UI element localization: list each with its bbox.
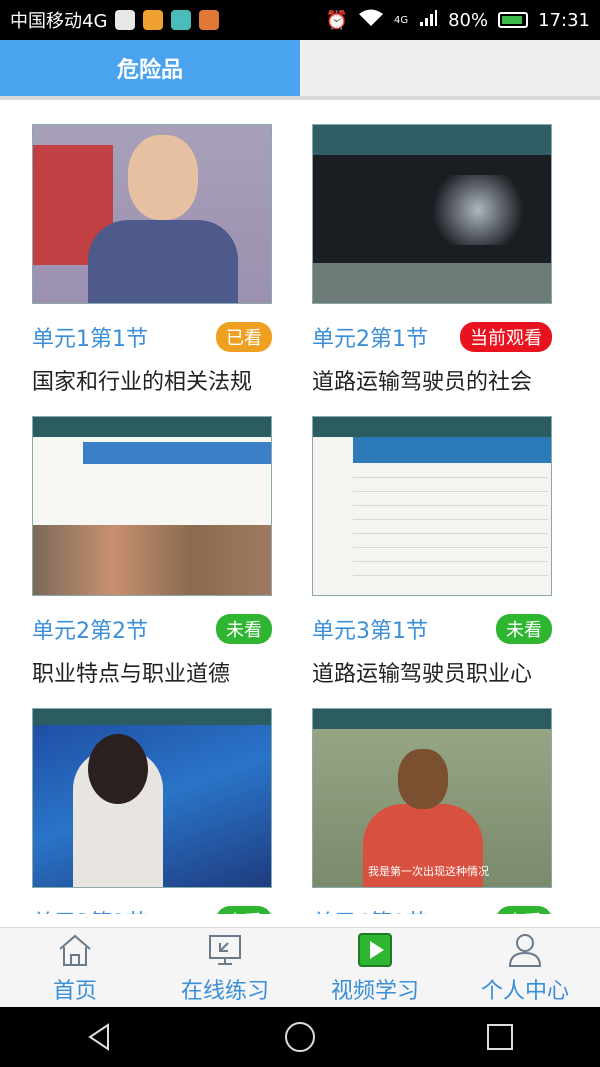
status-bar: 中国移动4G ⏰ 4G 80% 17:31 [0, 0, 600, 40]
video-grid: 单元1第1节 已看 国家和行业的相关法规 单元2第1节 当前观看 道路运输驾驶员… [0, 104, 600, 914]
home-icon [59, 934, 91, 966]
user-icon [508, 933, 542, 967]
network-type: 4G [393, 14, 409, 26]
android-notification-icon [171, 10, 192, 30]
system-nav-bar [0, 1007, 600, 1067]
bottom-nav: 首页 在线练习 视频学习 个人中心 [0, 927, 600, 1007]
carrier-label: 中国移动4G [10, 11, 108, 32]
video-title: 道路运输驾驶员职业心 [312, 662, 533, 687]
nav-home[interactable]: 首页 [0, 928, 150, 1007]
video-unit-label: 单元2第2节 [32, 619, 148, 644]
app-notification-icon [115, 10, 136, 30]
clock: 17:31 [538, 9, 590, 31]
nav-practice[interactable]: 在线练习 [150, 928, 300, 1007]
video-unit-label: 单元4第1节 [312, 905, 428, 914]
home-circle-icon[interactable] [280, 1017, 320, 1057]
signal-icon [418, 8, 438, 33]
nav-profile-label: 个人中心 [480, 978, 569, 1004]
video-thumbnail[interactable] [32, 124, 272, 304]
status-badge: 当前观看 [460, 322, 552, 352]
video-subtitle: 我是第一次出现这种情况 [368, 865, 489, 878]
status-badge: 未看 [216, 614, 272, 644]
monitor-icon [209, 934, 241, 965]
video-thumbnail[interactable] [32, 708, 272, 888]
status-badge: 已看 [216, 322, 272, 352]
video-thumbnail[interactable] [32, 416, 272, 596]
video-unit-label: 单元3第2节 [32, 905, 148, 914]
nav-practice-label: 在线练习 [180, 978, 269, 1004]
status-badge: 未看 [216, 906, 272, 914]
video-card[interactable]: 单元3第1节 未看 道路运输驾驶员职业心 [312, 416, 552, 688]
status-badge: 未看 [496, 906, 552, 914]
battery-icon [498, 12, 529, 28]
alarm-icon: ⏰ [325, 9, 348, 31]
video-card[interactable]: 单元2第1节 当前观看 道路运输驾驶员的社会 [312, 124, 552, 396]
video-card[interactable]: 我是第一次出现这种情况 单元4第1节 未看 [312, 708, 552, 914]
battery-percent: 80% [448, 9, 489, 31]
video-unit-label: 单元3第1节 [312, 619, 428, 644]
tab-bar-empty-area [300, 40, 600, 96]
back-icon[interactable] [80, 1017, 120, 1057]
nav-home-label: 首页 [52, 978, 97, 1004]
app-notification-icon [143, 10, 164, 30]
video-title: 国家和行业的相关法规 [32, 370, 253, 395]
nav-video-label: 视频学习 [330, 978, 419, 1004]
nav-profile[interactable]: 个人中心 [450, 928, 600, 1007]
video-unit-label: 单元2第1节 [312, 327, 428, 352]
recents-icon[interactable] [480, 1017, 520, 1057]
video-thumbnail[interactable] [312, 416, 552, 596]
video-card[interactable]: 单元3第2节 未看 [32, 708, 272, 914]
video-title: 职业特点与职业道德 [32, 662, 231, 687]
video-card[interactable]: 单元1第1节 已看 国家和行业的相关法规 [32, 124, 272, 396]
video-unit-label: 单元1第1节 [32, 327, 148, 352]
video-thumbnail[interactable]: 我是第一次出现这种情况 [312, 708, 552, 888]
wifi-icon [358, 8, 384, 33]
play-icon [358, 932, 392, 967]
video-thumbnail[interactable] [312, 124, 552, 304]
status-badge: 未看 [496, 614, 552, 644]
video-card[interactable]: 单元2第2节 未看 职业特点与职业道德 [32, 416, 272, 688]
category-tab-bar: 危险品 [0, 40, 600, 100]
nav-video[interactable]: 视频学习 [300, 928, 450, 1007]
video-title: 道路运输驾驶员的社会 [312, 370, 533, 395]
tab-hazardous-goods[interactable]: 危险品 [0, 40, 300, 96]
app-notification-icon [199, 10, 220, 30]
